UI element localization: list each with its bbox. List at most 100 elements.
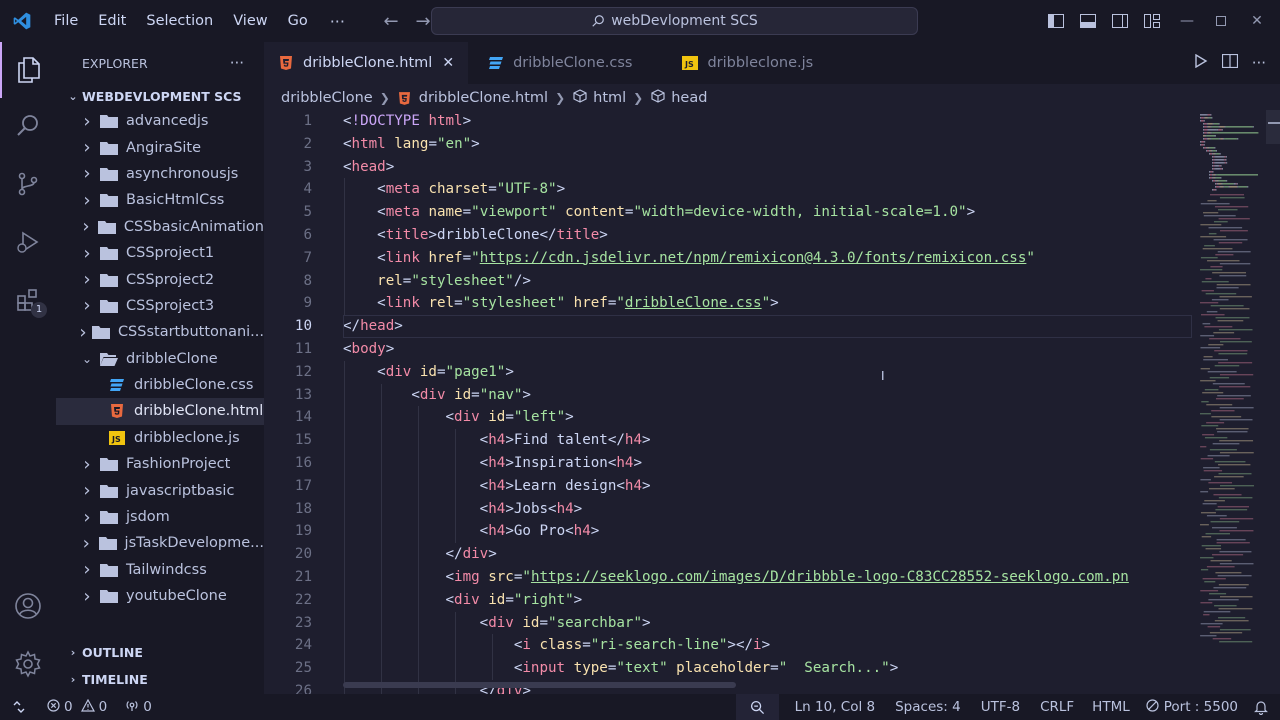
folder-item[interactable]: ⌄ dribbleClone — [56, 346, 264, 372]
menu-view[interactable]: View — [223, 0, 277, 42]
code-line[interactable]: 24 <i class="ri-search-line"></i> — [264, 634, 1192, 658]
search-view-icon[interactable] — [0, 98, 56, 154]
run-icon[interactable] — [1194, 53, 1208, 72]
split-editor-icon[interactable] — [1221, 53, 1238, 72]
breadcrumb-file[interactable]: dribbleClone.html — [419, 90, 548, 106]
run-debug-icon[interactable] — [0, 214, 56, 270]
close-tab-icon[interactable]: ✕ — [442, 55, 454, 71]
menu-edit[interactable]: Edit — [88, 0, 136, 42]
timeline-section[interactable]: › TIMELINE — [56, 666, 264, 692]
accounts-icon[interactable] — [0, 578, 56, 634]
folder-item[interactable]: › CSSbasicAnimation — [56, 214, 264, 240]
folder-item[interactable]: › asynchronousjs — [56, 161, 264, 187]
code-line[interactable]: 23 <div id="searchbar"> — [264, 611, 1192, 635]
folder-item[interactable]: › CSSproject2 — [56, 266, 264, 292]
outline-section[interactable]: › OUTLINE — [56, 639, 264, 665]
command-center-search[interactable]: webDevlopment SCS — [431, 7, 918, 35]
menu-selection[interactable]: Selection — [136, 0, 223, 42]
minimap-mark — [1219, 230, 1248, 232]
code-line[interactable]: 25 <input type="text" placeholder=" Sear… — [264, 657, 1192, 680]
workspace-root[interactable]: ⌄ WEBDEVLOPMENT SCS — [56, 84, 264, 108]
folder-item[interactable]: › youtubeClone — [56, 583, 264, 609]
code-line[interactable]: 16 <h4>Inspiration<h4> — [264, 451, 1192, 475]
code-line[interactable]: 14 <div id="left"> — [264, 406, 1192, 430]
folder-item[interactable]: › javascriptbasic — [56, 477, 264, 503]
explorer-icon[interactable] — [0, 42, 56, 98]
code-line[interactable]: 20 </div> — [264, 543, 1192, 566]
code-line[interactable]: 5 <meta name="viewport" content="width=d… — [264, 201, 1192, 224]
settings-gear-icon[interactable] — [0, 636, 56, 692]
explorer-more-icon[interactable]: ··· — [230, 54, 244, 72]
zoom-icon[interactable] — [735, 694, 779, 720]
code-line[interactable]: 22 <div id="right"> — [264, 588, 1192, 612]
indent-guide — [418, 565, 419, 589]
code-line[interactable]: 7 <link href="https://cdn.jsdelivr.net/n… — [264, 246, 1192, 270]
code-line[interactable]: 17 <h4>Learn design<h4> — [264, 474, 1192, 498]
menu-file[interactable]: File — [44, 0, 88, 42]
minimap-mark — [1202, 503, 1217, 505]
code-line[interactable]: 21 <img src="https://seeklogo.com/images… — [264, 565, 1192, 589]
remote-icon[interactable] — [0, 694, 38, 720]
code-line[interactable]: 18 <h4>Jobs<h4> — [264, 497, 1192, 521]
toggle-secondary-sidebar-icon[interactable] — [1104, 14, 1136, 28]
scrollbar-thumb[interactable] — [1266, 110, 1280, 144]
code-line[interactable]: 1 <!DOCTYPE html> — [264, 110, 1192, 133]
line-endings[interactable]: CRLF — [1030, 694, 1084, 720]
code-line[interactable]: 8 rel="stylesheet"/> — [264, 269, 1192, 293]
toggle-primary-sidebar-icon[interactable] — [1040, 14, 1072, 28]
ports-indicator[interactable]: 0 — [116, 694, 161, 720]
language-mode[interactable]: HTML — [1084, 694, 1138, 720]
folder-item[interactable]: › AngiraSite — [56, 134, 264, 160]
code-line[interactable]: 12 <div id="page1"> — [264, 360, 1192, 384]
vertical-scrollbar[interactable] — [1266, 110, 1280, 694]
indentation[interactable]: Spaces: 4 — [885, 694, 971, 720]
file-item[interactable]: dribbleClone.css — [56, 372, 264, 398]
horizontal-scrollbar[interactable] — [343, 682, 736, 688]
folder-item[interactable]: › CSSproject3 — [56, 293, 264, 319]
folder-item[interactable]: › BasicHtmlCss — [56, 187, 264, 213]
tab-dribbleclone-js[interactable]: JS dribbleclone.js — [664, 42, 827, 84]
cursor-position[interactable]: Ln 10, Col 8 — [779, 694, 885, 720]
menu-go[interactable]: Go — [278, 0, 318, 42]
breadcrumb-head[interactable]: head — [671, 90, 707, 106]
minimap-mark — [1206, 150, 1207, 152]
editor-more-icon[interactable]: ··· — [1252, 54, 1266, 72]
code-editor[interactable]: 1 <!DOCTYPE html> 2 <html lang="en"> 3 <head>… — [264, 110, 1192, 694]
file-item[interactable]: JS dribbleclone.js — [56, 425, 264, 451]
minimap-mark — [1200, 203, 1230, 205]
code-line[interactable]: 3 <head> — [264, 156, 1192, 179]
live-server-port[interactable]: Port : 5500 — [1138, 694, 1246, 720]
folder-item[interactable]: › jsTaskDevelopme... — [56, 530, 264, 556]
notifications-bell-icon[interactable] — [1246, 694, 1280, 720]
code-line[interactable]: 19 <h4>Go Pro<h4> — [264, 520, 1192, 544]
folder-item[interactable]: › CSSstartbuttonani... — [56, 319, 264, 345]
folder-item[interactable]: › advancedjs — [56, 108, 264, 134]
breadcrumb-folder[interactable]: dribbleClone — [281, 90, 373, 106]
minimap[interactable] — [1198, 110, 1262, 694]
encoding[interactable]: UTF-8 — [971, 694, 1030, 720]
code-line[interactable]: 15 <h4>Find talent</h4> — [264, 429, 1192, 452]
code-line[interactable]: 2 <html lang="en"> — [264, 133, 1192, 156]
code-line[interactable]: 4 <meta charset="UTF-8"> — [264, 178, 1192, 202]
menu-more-icon[interactable]: ··· — [318, 12, 357, 31]
folder-item[interactable]: › CSSproject1 — [56, 240, 264, 266]
breadcrumb-html[interactable]: html — [593, 90, 626, 106]
code-line[interactable]: 10 </head> — [264, 315, 1192, 338]
folder-item[interactable]: › jsdom — [56, 504, 264, 530]
folder-item[interactable]: › Tailwindcss — [56, 557, 264, 583]
tab-dribbleclone-html[interactable]: dribbleClone.html ✕ — [264, 42, 469, 84]
code-line[interactable]: 9 <link rel="stylesheet" href="dribbleCl… — [264, 292, 1192, 316]
extensions-icon[interactable]: 1 — [0, 272, 56, 328]
code-line[interactable]: 6 <title>dribbleClone</title> — [264, 223, 1192, 247]
minimap-mark — [1215, 509, 1248, 511]
file-item[interactable]: dribbleClone.html — [56, 398, 264, 425]
close-window-icon[interactable]: ✕ — [1234, 0, 1280, 42]
code-line[interactable]: 11 <body> — [264, 338, 1192, 361]
source-control-icon[interactable] — [0, 156, 56, 212]
problems-indicator[interactable]: 0 0 — [38, 694, 116, 720]
code-line[interactable]: 13 <div id="nav"> — [264, 383, 1192, 407]
folder-item[interactable]: › FashionProject — [56, 451, 264, 477]
tab-dribbleclone-css[interactable]: dribbleClone.css — [468, 42, 664, 84]
toggle-panel-icon[interactable] — [1072, 14, 1104, 28]
back-arrow-icon[interactable]: ← — [375, 11, 407, 32]
